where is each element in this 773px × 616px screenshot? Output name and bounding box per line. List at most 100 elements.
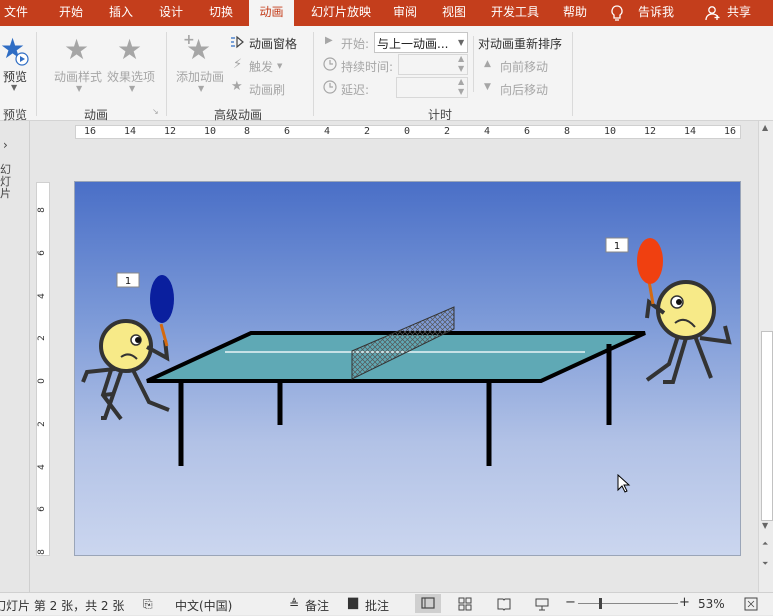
ruler-tick-label: 2: [36, 420, 47, 427]
group-label-advanced: 高级动画: [214, 108, 263, 122]
ruler-tick-label: 8: [36, 207, 47, 213]
tab-developer[interactable]: 开发工具: [486, 0, 544, 26]
ruler-tick-label: 12: [644, 126, 657, 137]
lightbulb-icon[interactable]: [610, 5, 624, 22]
previous-slide-icon[interactable]: ⏶: [762, 539, 768, 549]
reorder-title: 对动画重新排序: [478, 37, 563, 51]
add-animation-button[interactable]: 添加动画: [176, 68, 224, 85]
next-slide-icon[interactable]: ⏷: [762, 559, 768, 569]
thumbnail-pane-label[interactable]: 幻灯片: [0, 164, 12, 200]
zoom-slider-thumb[interactable]: [599, 598, 602, 609]
delay-clock-icon: [323, 80, 337, 94]
tell-me-box[interactable]: 告诉我: [634, 0, 678, 26]
ruler-tick-label: 12: [164, 126, 177, 137]
start-select[interactable]: 与上一动画... ▼: [374, 32, 468, 53]
tab-view[interactable]: 视图: [437, 0, 471, 26]
zoom-level[interactable]: 53%: [698, 597, 725, 611]
move-later-button[interactable]: 向后移动: [500, 81, 548, 98]
animation-styles-dropdown-icon[interactable]: ▼: [76, 84, 82, 93]
scroll-up-icon[interactable]: ▲: [762, 123, 768, 132]
fit-to-window-icon[interactable]: [744, 597, 758, 611]
ruler-tick-label: 4: [324, 126, 331, 137]
vertical-scrollbar[interactable]: ▲ ▼ ⏶ ⏷: [758, 121, 773, 592]
play-icon: [15, 52, 29, 66]
preview-dropdown-icon[interactable]: ▼: [11, 83, 17, 92]
effect-options-button[interactable]: 效果选项: [107, 68, 155, 85]
tab-slide-show[interactable]: 幻灯片放映: [303, 0, 379, 26]
group-divider: [473, 36, 474, 92]
trigger-dropdown-icon[interactable]: ▼: [277, 62, 282, 70]
notes-button[interactable]: 备注: [305, 597, 329, 614]
group-label-timing: 计时: [428, 108, 453, 122]
tab-help[interactable]: 帮助: [557, 0, 593, 26]
ruler-tick-label: 2: [36, 335, 47, 342]
tab-home[interactable]: 开始: [50, 0, 92, 26]
ruler-tick-label: 8: [36, 549, 47, 555]
animation-pane-button[interactable]: 动画窗格: [249, 35, 297, 52]
ruler-tick-label: 6: [284, 126, 291, 137]
ruler-tick-label: 14: [124, 126, 137, 137]
spin-up-icon[interactable]: ▲: [458, 77, 464, 86]
add-animation-dropdown-icon[interactable]: ▼: [198, 84, 204, 93]
ruler-tick-label: 2: [444, 126, 451, 137]
expand-pane-icon[interactable]: ›: [3, 138, 8, 152]
tab-insert[interactable]: 插入: [100, 0, 142, 26]
zoom-slider-track[interactable]: [578, 603, 678, 604]
delay-spinner[interactable]: ▲ ▼: [396, 77, 468, 98]
normal-view-icon: [421, 597, 435, 609]
share-button[interactable]: 共享: [723, 0, 755, 26]
scrollbar-thumb[interactable]: [761, 331, 773, 521]
slide-canvas[interactable]: 1 1: [74, 181, 741, 556]
status-bar: 幻灯片 第 2 张，共 2 张 ⎘ 中文(中国) ≜ 备注 ▆ 批注 − + 5…: [0, 592, 773, 615]
animation-styles-button[interactable]: 动画样式: [54, 68, 102, 85]
ruler-tick-label: 16: [84, 126, 97, 137]
slide-artwork: 1 1: [81, 237, 732, 466]
spin-down-icon[interactable]: ▼: [458, 87, 464, 96]
ruler-tick-label: 6: [524, 126, 531, 137]
tab-review[interactable]: 审阅: [388, 0, 422, 26]
left-player: [81, 275, 174, 421]
group-divider: [572, 32, 573, 116]
duration-label: 持续时间:: [341, 60, 394, 74]
user-share-icon[interactable]: [705, 5, 721, 21]
scroll-down-icon[interactable]: ▼: [762, 521, 768, 530]
comments-button[interactable]: 批注: [365, 597, 389, 614]
animation-painter-button[interactable]: 动画刷: [249, 81, 285, 98]
trigger-icon: ⚡: [233, 57, 243, 72]
duration-spinner[interactable]: ▲ ▼: [398, 54, 468, 75]
slideshow-view-icon[interactable]: [535, 597, 549, 611]
spin-down-icon[interactable]: ▼: [458, 64, 464, 73]
ruler-tick-label: 8: [244, 126, 251, 137]
zoom-in-button[interactable]: +: [679, 595, 690, 610]
reading-view-icon[interactable]: [497, 597, 511, 611]
language-status[interactable]: 中文(中国): [175, 597, 232, 614]
notes-icon: ≜: [289, 597, 300, 611]
slide-info: 幻灯片 第 2 张，共 2 张: [0, 599, 125, 613]
tab-transitions[interactable]: 切换: [200, 0, 242, 26]
zoom-out-button[interactable]: −: [565, 595, 576, 610]
accessibility-icon[interactable]: ⎘: [143, 597, 153, 612]
animation-tag-number: 1: [614, 241, 620, 252]
ruler-tick-label: 6: [36, 249, 47, 256]
vertical-ruler: 8 6 4 2 0 2 4 6 8: [36, 182, 50, 556]
clock-icon: [323, 57, 337, 71]
move-earlier-button[interactable]: 向前移动: [500, 58, 548, 75]
ruler-tick-label: 4: [36, 292, 47, 299]
tab-animations[interactable]: 动画: [249, 0, 294, 26]
spin-up-icon[interactable]: ▲: [458, 54, 464, 63]
normal-view-button[interactable]: [415, 594, 441, 613]
effect-options-dropdown-icon[interactable]: ▼: [129, 84, 135, 93]
right-player: [637, 238, 732, 384]
group-divider: [313, 32, 314, 116]
slide-sorter-icon[interactable]: [458, 597, 472, 611]
animation-styles-star-icon: ★: [64, 33, 90, 66]
dialog-launcher-icon[interactable]: ↘: [152, 107, 159, 116]
ribbon-tab-bar: 文件 开始 插入 设计 切换 动画 幻灯片放映 审阅 视图 开发工具 帮助 告诉…: [0, 0, 773, 26]
trigger-button[interactable]: 触发: [249, 58, 273, 75]
effect-options-star-icon: ★: [117, 33, 143, 66]
tab-file[interactable]: 文件: [0, 0, 32, 26]
chevron-down-icon: ▼: [458, 38, 465, 47]
start-label: 开始:: [341, 37, 370, 51]
start-play-icon: ▶: [325, 35, 333, 46]
tab-design[interactable]: 设计: [150, 0, 192, 26]
